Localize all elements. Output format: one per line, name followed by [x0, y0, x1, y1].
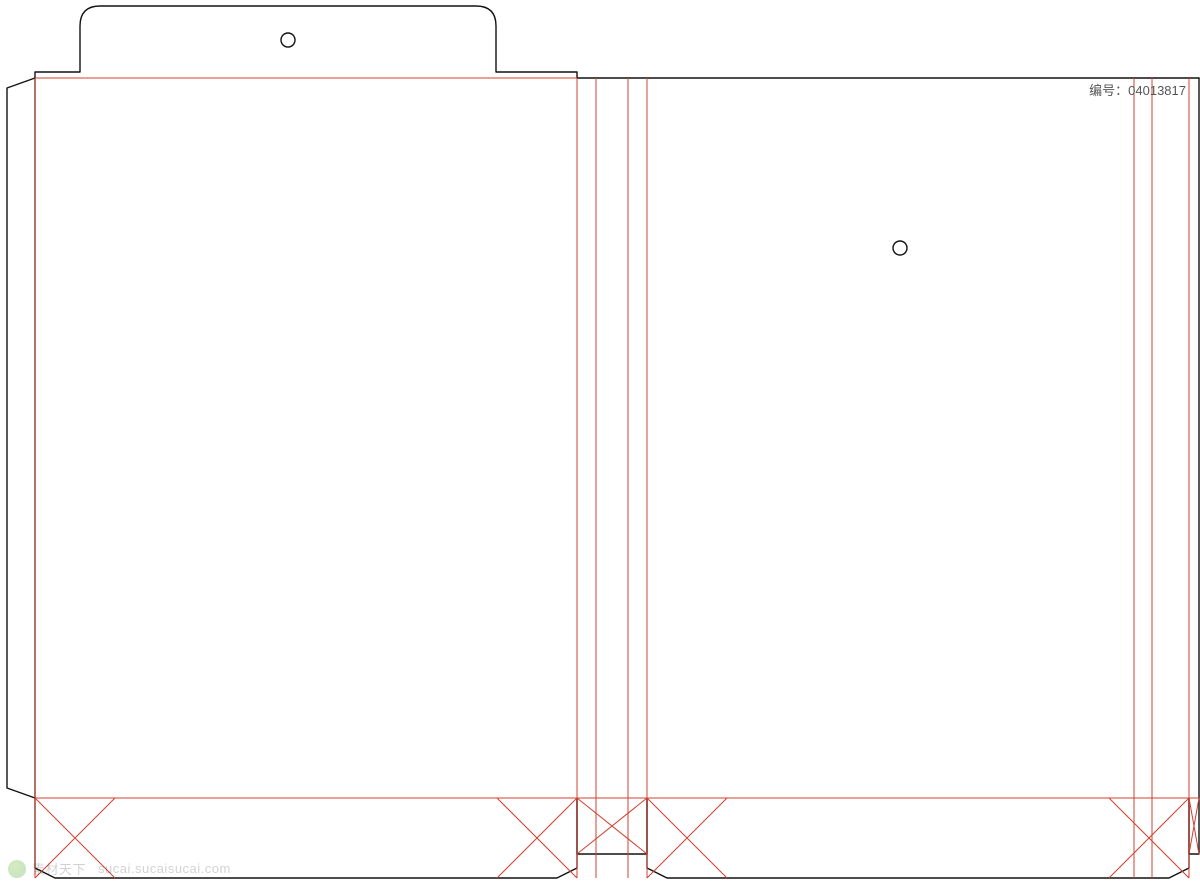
watermark-site-text: sucai.sucaisucai.com	[98, 861, 231, 876]
watermark-brand-text: 素材天下	[32, 859, 86, 878]
image-id-label: 编号：04013817	[1089, 80, 1186, 99]
watermark-logo-icon	[8, 860, 26, 878]
dieline-diagram	[0, 0, 1200, 882]
id-value: 04013817	[1128, 83, 1186, 98]
id-prefix: 编号：	[1089, 83, 1128, 98]
watermark-brand: 素材天下 sucai.sucaisucai.com	[8, 859, 231, 878]
